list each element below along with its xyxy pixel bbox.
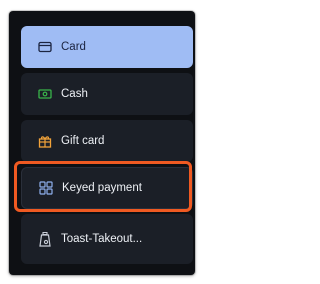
payment-option-gift-card[interactable]: Gift card <box>21 120 193 162</box>
payment-options-panel: Card Cash Gift card Keyed payment Toast-… <box>9 11 195 275</box>
payment-option-toast-takeout[interactable]: Toast-Takeout... <box>21 214 193 264</box>
payment-option-keyed-payment[interactable]: Keyed payment <box>21 167 193 209</box>
payment-option-label: Toast-Takeout... <box>61 233 143 245</box>
payment-option-label: Keyed payment <box>62 182 142 194</box>
payment-option-card[interactable]: Card <box>21 26 193 68</box>
gift-icon <box>37 133 53 149</box>
payment-option-cash[interactable]: Cash <box>21 73 193 115</box>
payment-option-label: Cash <box>61 88 88 100</box>
payment-option-label: Gift card <box>61 135 105 147</box>
cash-icon <box>37 86 53 102</box>
credit-card-icon <box>37 39 53 55</box>
grid-icon <box>38 180 54 196</box>
payment-option-label: Card <box>61 41 86 53</box>
takeout-bag-icon <box>37 231 53 247</box>
